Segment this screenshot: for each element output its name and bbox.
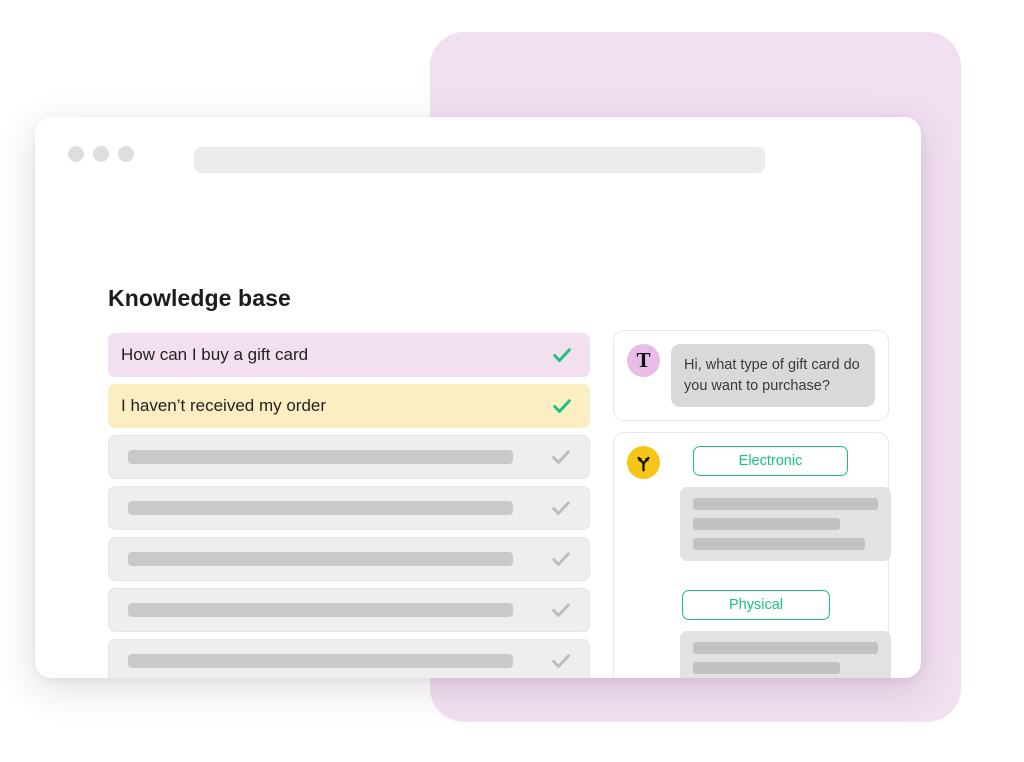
check-icon bbox=[552, 654, 570, 668]
kb-row-missing-order[interactable]: I haven’t received my order bbox=[108, 384, 590, 428]
window-titlebar bbox=[35, 117, 921, 192]
conversation-panel: T Hi, what type of gift card do you want… bbox=[613, 330, 891, 678]
branch-options-card: Electronic Physical bbox=[613, 432, 891, 678]
skeleton-line bbox=[693, 518, 840, 531]
branch-skeleton-electronic bbox=[680, 487, 891, 562]
message-row: T Hi, what type of gift card do you want… bbox=[627, 344, 875, 408]
page-title: Knowledge base bbox=[108, 285, 291, 311]
knowledge-base-list: How can I buy a gift card I haven’t rece… bbox=[108, 333, 590, 678]
check-icon bbox=[553, 348, 571, 362]
branch-row: Electronic Physical bbox=[627, 446, 891, 678]
kb-row-placeholder[interactable] bbox=[108, 639, 590, 678]
window-dot-close[interactable] bbox=[68, 146, 84, 162]
skeleton-line bbox=[693, 662, 840, 675]
kb-row-label: I haven’t received my order bbox=[121, 396, 327, 415]
kb-row-placeholder[interactable] bbox=[108, 435, 590, 479]
kb-row-placeholder[interactable] bbox=[108, 486, 590, 530]
choice-button-electronic[interactable]: Electronic bbox=[693, 446, 848, 477]
kb-row-skeleton-bar bbox=[128, 552, 513, 566]
kb-row-placeholder[interactable] bbox=[108, 588, 590, 632]
branch-fork-glyph bbox=[637, 456, 650, 472]
check-icon bbox=[552, 552, 570, 566]
kb-row-skeleton-bar bbox=[128, 450, 513, 464]
kb-row-label: How can I buy a gift card bbox=[121, 345, 309, 364]
branch-fork-icon bbox=[627, 446, 660, 480]
window-dot-minimize[interactable] bbox=[93, 146, 109, 162]
address-bar[interactable] bbox=[194, 147, 765, 173]
kb-row-placeholder[interactable] bbox=[108, 537, 590, 581]
window-dot-maximize[interactable] bbox=[118, 146, 134, 162]
window-controls bbox=[68, 146, 134, 162]
skeleton-line bbox=[693, 498, 878, 511]
bot-message-card: T Hi, what type of gift card do you want… bbox=[613, 330, 889, 422]
avatar: T bbox=[627, 344, 660, 377]
check-icon bbox=[552, 603, 570, 617]
kb-row-skeleton-bar bbox=[128, 603, 513, 617]
kb-row-gift-card[interactable]: How can I buy a gift card bbox=[108, 333, 590, 377]
branch-options: Electronic Physical bbox=[671, 446, 891, 678]
skeleton-line bbox=[693, 538, 865, 551]
browser-window: Knowledge base How can I buy a gift card… bbox=[35, 117, 921, 678]
kb-row-skeleton-bar bbox=[128, 654, 513, 668]
skeleton-line bbox=[693, 642, 878, 655]
choice-button-physical[interactable]: Physical bbox=[682, 590, 830, 621]
kb-row-skeleton-bar bbox=[128, 501, 513, 515]
check-icon bbox=[552, 501, 570, 515]
check-icon bbox=[552, 450, 570, 464]
message-bubble: Hi, what type of gift card do you want t… bbox=[671, 344, 875, 408]
check-icon bbox=[553, 399, 571, 413]
branch-skeleton-physical bbox=[680, 631, 891, 678]
